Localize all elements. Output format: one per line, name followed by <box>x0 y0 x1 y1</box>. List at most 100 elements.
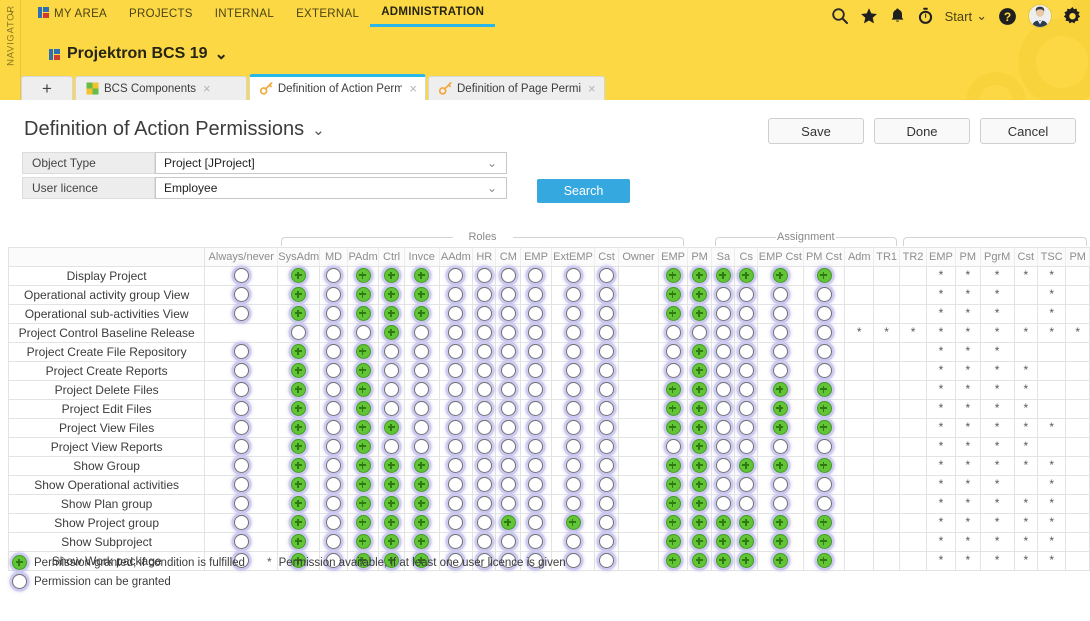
permission-cell-granted[interactable] <box>711 265 736 286</box>
search-button[interactable]: Search <box>537 179 630 203</box>
plus-icon[interactable] <box>291 401 307 416</box>
circle-icon[interactable] <box>233 287 249 302</box>
circle-icon[interactable] <box>738 477 754 492</box>
circle-icon[interactable] <box>772 344 788 359</box>
circle-icon[interactable] <box>233 306 249 321</box>
permission-cell-available[interactable] <box>802 303 846 324</box>
permission-cell-granted[interactable] <box>734 455 759 476</box>
column-header-pgrm[interactable]: PgrM <box>979 246 1015 267</box>
permission-cell-granted[interactable] <box>346 284 380 305</box>
close-icon[interactable]: × <box>409 81 417 96</box>
circle-icon[interactable] <box>500 268 516 283</box>
circle-icon[interactable] <box>772 363 788 378</box>
plus-icon[interactable] <box>665 496 681 511</box>
circle-icon[interactable] <box>500 477 516 492</box>
circle-icon[interactable] <box>448 439 464 454</box>
plus-icon[interactable] <box>355 515 371 530</box>
plus-icon[interactable] <box>692 515 708 530</box>
permission-cell-available[interactable] <box>757 360 804 381</box>
permission-cell-available[interactable] <box>520 493 552 514</box>
permission-cell-available[interactable] <box>594 284 619 305</box>
permission-cell-available[interactable] <box>594 360 619 381</box>
permission-cell-granted[interactable] <box>403 493 440 514</box>
circle-icon[interactable] <box>715 496 731 511</box>
plus-icon[interactable] <box>291 306 307 321</box>
permission-cell-available[interactable] <box>319 284 348 305</box>
permission-cell-available[interactable] <box>594 455 619 476</box>
permission-cell-available[interactable] <box>204 455 279 476</box>
permission-cell-granted[interactable] <box>686 512 713 533</box>
circle-icon[interactable] <box>233 344 249 359</box>
circle-icon[interactable] <box>565 287 581 302</box>
permission-cell-granted[interactable] <box>346 493 380 514</box>
plus-icon[interactable] <box>692 553 708 568</box>
permission-cell-granted[interactable] <box>550 512 596 533</box>
circle-icon[interactable] <box>565 268 581 283</box>
column-header-pm[interactable]: PM <box>686 246 713 267</box>
permission-cell-available[interactable] <box>550 379 596 400</box>
permission-cell-available[interactable] <box>378 360 405 381</box>
column-header-hr[interactable]: HR <box>472 246 497 267</box>
stopwatch-icon[interactable] <box>917 7 934 25</box>
circle-icon[interactable] <box>565 439 581 454</box>
column-header-sa[interactable]: Sa <box>711 246 736 267</box>
permission-cell-granted[interactable] <box>686 550 713 571</box>
permission-cell-available[interactable] <box>438 417 474 438</box>
permission-cell-available[interactable] <box>204 398 279 419</box>
permission-cell-available[interactable] <box>472 303 497 324</box>
permission-cell-available[interactable] <box>734 322 759 343</box>
circle-icon[interactable] <box>448 287 464 302</box>
circle-icon[interactable] <box>565 477 581 492</box>
permission-cell-granted[interactable] <box>686 455 713 476</box>
column-header-pm[interactable]: PM <box>954 246 981 267</box>
permission-cell-granted[interactable] <box>757 512 804 533</box>
permission-cell-available[interactable] <box>594 341 619 362</box>
circle-icon[interactable] <box>528 287 544 302</box>
permission-cell-available[interactable] <box>550 455 596 476</box>
plus-icon[interactable] <box>692 477 708 492</box>
circle-icon[interactable] <box>665 344 681 359</box>
project-title[interactable]: Projektron BCS 19 ⌄ <box>49 44 228 64</box>
permission-cell-available[interactable] <box>734 398 759 419</box>
plus-icon[interactable] <box>414 458 430 473</box>
circle-icon[interactable] <box>738 344 754 359</box>
permission-cell-granted[interactable] <box>277 265 321 286</box>
plus-icon[interactable] <box>291 477 307 492</box>
circle-icon[interactable] <box>448 515 464 530</box>
circle-icon[interactable] <box>738 306 754 321</box>
circle-icon[interactable] <box>326 458 342 473</box>
permission-cell-granted[interactable] <box>277 455 321 476</box>
circle-icon[interactable] <box>816 477 832 492</box>
column-header-tr2[interactable]: TR2 <box>899 246 927 267</box>
permission-cell-available[interactable] <box>319 341 348 362</box>
circle-icon[interactable] <box>414 420 430 435</box>
permission-cell-granted[interactable] <box>686 341 713 362</box>
circle-icon[interactable] <box>565 306 581 321</box>
permission-cell-available[interactable] <box>550 360 596 381</box>
permission-cell-available[interactable] <box>550 398 596 419</box>
circle-icon[interactable] <box>599 325 615 340</box>
permission-cell-available[interactable] <box>594 474 619 495</box>
plus-icon[interactable] <box>692 287 708 302</box>
permission-cell-available[interactable] <box>550 531 596 552</box>
plus-icon[interactable] <box>665 515 681 530</box>
circle-icon[interactable] <box>414 363 430 378</box>
permission-cell-granted[interactable] <box>346 512 380 533</box>
plus-icon[interactable] <box>384 420 400 435</box>
permission-cell-available[interactable] <box>594 436 619 457</box>
permission-cell-available[interactable] <box>711 322 736 343</box>
permission-cell-available[interactable] <box>472 360 497 381</box>
plus-icon[interactable] <box>692 306 708 321</box>
permission-cell-available[interactable] <box>472 436 497 457</box>
column-header-pm-cst[interactable]: PM Cst <box>802 246 846 267</box>
permission-cell-available[interactable] <box>378 379 405 400</box>
permission-cell-granted[interactable] <box>757 398 804 419</box>
permission-cell-available[interactable] <box>319 303 348 324</box>
circle-icon[interactable] <box>326 439 342 454</box>
circle-icon[interactable] <box>772 496 788 511</box>
circle-icon[interactable] <box>816 439 832 454</box>
plus-icon[interactable] <box>291 287 307 302</box>
permission-cell-granted[interactable] <box>403 284 440 305</box>
circle-icon[interactable] <box>414 325 430 340</box>
circle-icon[interactable] <box>476 363 492 378</box>
